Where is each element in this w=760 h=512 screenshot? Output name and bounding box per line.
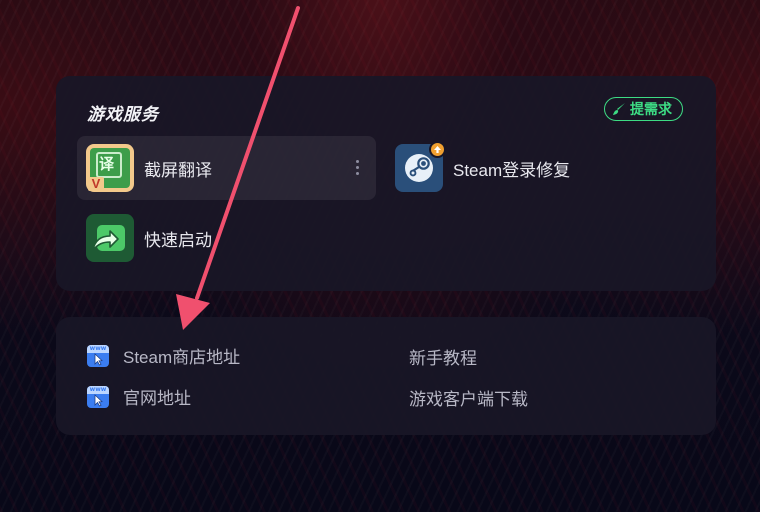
link-client-download[interactable]: 游戏客户端下载 — [409, 385, 528, 410]
link-label: 官网地址 — [123, 389, 191, 408]
service-label: Steam登录修复 — [453, 160, 571, 180]
update-badge-icon — [429, 141, 446, 158]
link-steam-store[interactable]: www Steam商店地址 — [87, 343, 240, 368]
quick-links-panel: www Steam商店地址 新手教程 www 官网地址 游戏客户端下载 — [56, 317, 716, 435]
service-label: 快速启动 — [144, 230, 212, 250]
screenshot-translate-icon: 译 V — [86, 144, 134, 192]
www-icon: www — [87, 344, 109, 367]
service-quick-launch[interactable]: 快速启动 — [77, 206, 297, 270]
www-icon: www — [87, 385, 109, 408]
link-beginner-tutorial[interactable]: 新手教程 — [409, 344, 477, 369]
link-label: Steam商店地址 — [123, 348, 241, 367]
game-services-panel: 游戏服务 提需求 译 V 截屏翻译 Steam登录修复 快速启动 — [56, 76, 716, 291]
request-feature-label: 提需求 — [630, 101, 672, 117]
more-options-icon[interactable] — [356, 160, 360, 175]
request-feature-button[interactable]: 提需求 — [604, 97, 683, 121]
service-label: 截屏翻译 — [144, 160, 212, 180]
service-steam-login-repair[interactable]: Steam登录修复 — [386, 136, 666, 200]
brush-icon — [613, 103, 625, 115]
quick-launch-icon — [86, 214, 134, 262]
link-official-site[interactable]: www 官网地址 — [87, 384, 191, 409]
service-screenshot-translate[interactable]: 译 V 截屏翻译 — [77, 136, 376, 200]
steam-login-repair-icon — [395, 141, 446, 192]
panel-title: 游戏服务 — [87, 105, 159, 124]
